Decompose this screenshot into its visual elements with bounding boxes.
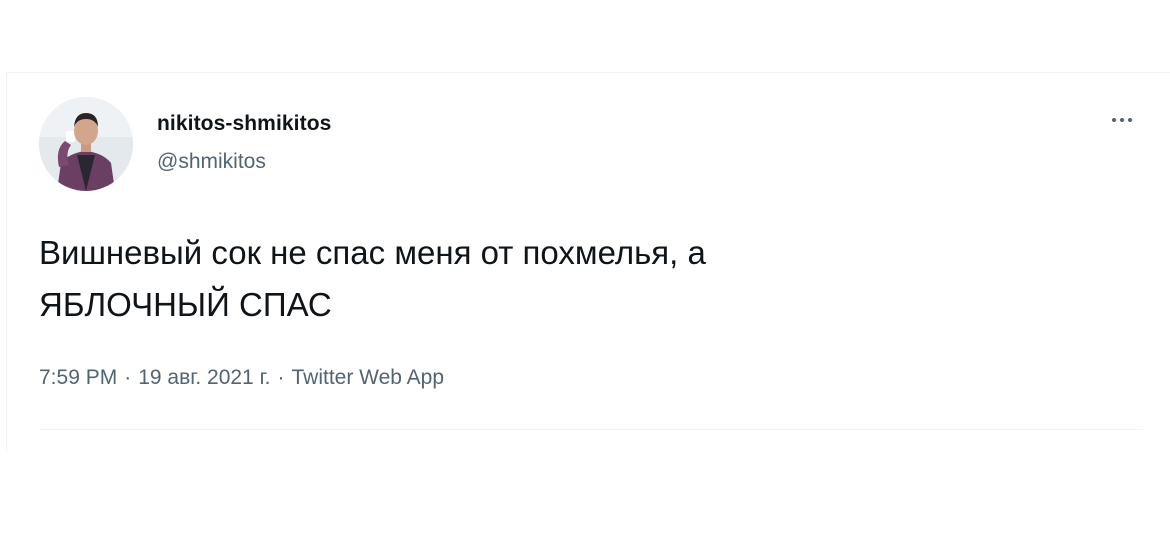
avatar-photo-icon [39, 97, 133, 191]
tweet-card: nikitos-shmikitos @shmikitos Вишневый со… [6, 72, 1170, 451]
tweet-source[interactable]: Twitter Web App [292, 366, 445, 389]
tweet-text: Вишневый сок не спас меня от похмелья, а… [39, 234, 706, 323]
author-display-name[interactable]: nikitos-shmikitos [157, 112, 331, 136]
more-horizontal-icon [1110, 108, 1134, 130]
author-handle[interactable]: @shmikitos [157, 150, 266, 174]
more-options-button[interactable] [1105, 109, 1139, 133]
separator: · [277, 366, 285, 389]
avatar[interactable] [39, 97, 133, 191]
separator: · [124, 366, 132, 389]
tweet-metadata: 7:59 PM · 19 авг. 2021 г. · Twitter Web App [39, 366, 444, 390]
tweet-date[interactable]: 19 авг. 2021 г. [138, 366, 270, 389]
divider [39, 429, 1143, 430]
tweet-time[interactable]: 7:59 PM [39, 366, 117, 389]
